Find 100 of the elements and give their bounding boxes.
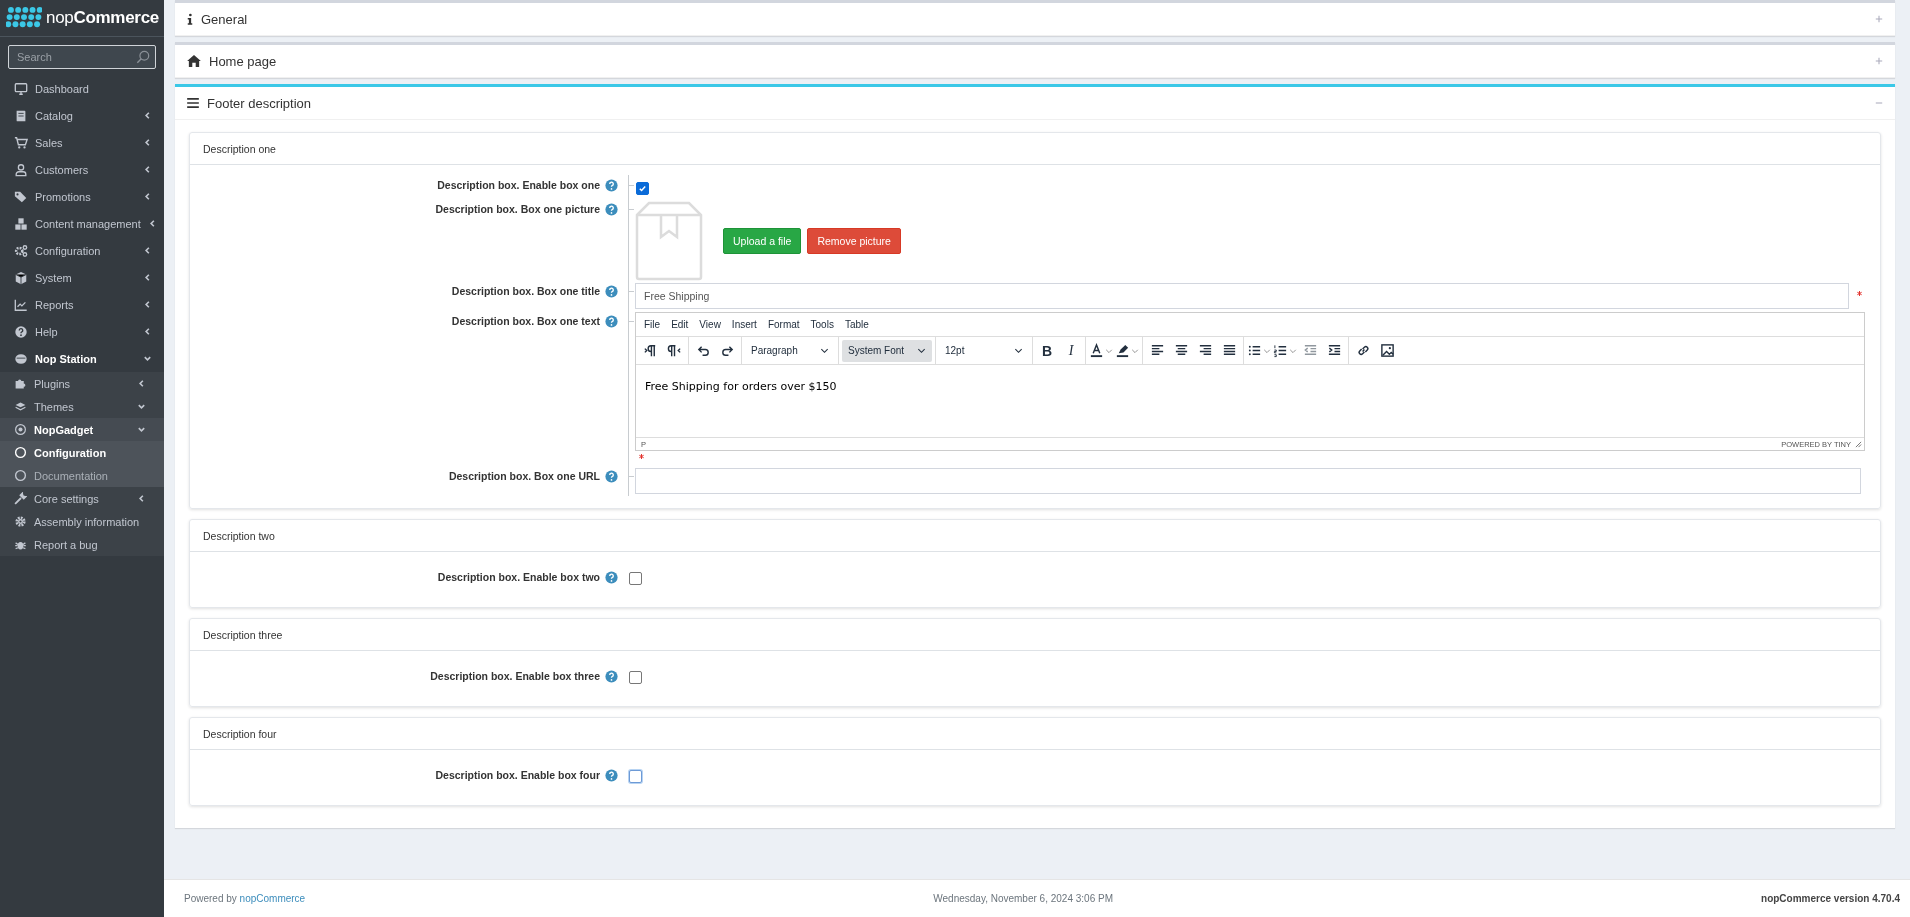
help-icon[interactable]: [605, 203, 618, 216]
menu-icon: [187, 98, 199, 108]
bold-button[interactable]: B: [1036, 339, 1058, 362]
help-icon[interactable]: [605, 769, 618, 782]
align-right-icon: [1197, 343, 1213, 358]
nav-item[interactable]: Sales: [0, 129, 164, 156]
dropdown[interactable]: 12pt: [939, 339, 1029, 362]
nav-item[interactable]: Core settings: [0, 487, 164, 510]
menu-item[interactable]: Table: [844, 319, 869, 330]
checkbox[interactable]: [629, 770, 642, 783]
nav-item[interactable]: Content management: [0, 210, 164, 237]
menu-item[interactable]: Insert: [731, 319, 757, 330]
tags-icon: [14, 189, 28, 204]
monitor-icon: [14, 81, 28, 96]
resize-handle-icon[interactable]: [1855, 440, 1862, 448]
nav-item[interactable]: System: [0, 264, 164, 291]
nav-item[interactable]: Customers: [0, 156, 164, 183]
help-icon[interactable]: [605, 571, 618, 584]
nav-item[interactable]: Dashboard: [0, 75, 164, 102]
logo[interactable]: nopCommerce: [46, 8, 159, 28]
dropdown[interactable]: Paragraph: [745, 339, 835, 362]
nav-item[interactable]: Assembly information: [0, 510, 164, 533]
checkbox[interactable]: [629, 572, 642, 585]
nav-item[interactable]: Configuration: [0, 237, 164, 264]
puzzle-icon: [14, 377, 27, 390]
panel-header[interactable]: Home page: [175, 45, 1895, 78]
align-left-icon: [1149, 343, 1165, 358]
date-text: Wednesday, November 6, 2024 3:06 PM: [933, 893, 1113, 904]
nav-item[interactable]: Nop Station: [0, 345, 164, 372]
card-title: Description three: [203, 628, 283, 641]
help-icon[interactable]: [605, 179, 618, 192]
nav-item[interactable]: Plugins: [0, 372, 164, 395]
gears-icon: [14, 243, 28, 258]
nav-item[interactable]: Documentation: [0, 464, 164, 487]
card-title: Description one: [203, 142, 276, 155]
caret-icon: [1014, 346, 1023, 355]
gear-icon: [14, 515, 27, 528]
field-label: Description box. Enable box two: [437, 571, 600, 583]
checkbox[interactable]: [629, 671, 642, 684]
search-field[interactable]: Search: [8, 45, 156, 69]
field-label: Description box. Enable box four: [435, 769, 600, 781]
text-field[interactable]: [635, 468, 1861, 494]
caret-icon: [820, 346, 829, 355]
image-placeholder-icon: [635, 201, 703, 281]
help-icon[interactable]: [605, 315, 618, 328]
field-label: Description box. Enable box three: [430, 670, 600, 682]
panel-title: Footer description: [207, 95, 313, 111]
nav-item[interactable]: Help: [0, 318, 164, 345]
field-label: Description box. Box one URL: [448, 470, 600, 482]
search-icon[interactable]: [136, 50, 150, 64]
checkbox[interactable]: [636, 182, 649, 195]
logo-icon: [6, 6, 42, 30]
right-to-left-icon: [666, 343, 682, 358]
nav-item[interactable]: Report a bug: [0, 533, 164, 556]
field-label: Description box. Enable box one: [437, 179, 600, 191]
caret-icon: [1131, 346, 1139, 355]
cart-icon: [14, 135, 28, 150]
menu-item[interactable]: Tools: [810, 319, 834, 330]
nav-item[interactable]: Promotions: [0, 183, 164, 210]
panel-header[interactable]: Footer description: [175, 87, 1895, 120]
dropdown[interactable]: System Font: [842, 339, 932, 362]
nav-item[interactable]: Themes: [0, 395, 164, 418]
panel-title: General: [201, 11, 249, 27]
help-icon[interactable]: [605, 670, 618, 683]
text-color-icon: [1089, 343, 1104, 358]
nav-item[interactable]: Catalog: [0, 102, 164, 129]
menu-item[interactable]: Edit: [671, 319, 689, 330]
editor-text: Free Shipping for orders over $150: [645, 380, 837, 393]
caret-icon: [1105, 346, 1113, 355]
help-icon[interactable]: [605, 470, 618, 483]
nav-item[interactable]: Reports: [0, 291, 164, 318]
nopcommerce-link[interactable]: nopCommerce: [239, 893, 306, 904]
caret-icon: [1289, 346, 1297, 355]
text-field[interactable]: Free Shipping: [635, 283, 1849, 309]
menu-item[interactable]: View: [699, 319, 721, 330]
numbered-list-icon: [1273, 343, 1288, 358]
italic-button[interactable]: I: [1060, 339, 1082, 362]
layers-icon: [14, 400, 27, 413]
cubes-icon: [14, 216, 28, 231]
circle-icon: [14, 469, 27, 482]
help-icon[interactable]: [605, 285, 618, 298]
field-label: Description box. Box one picture: [435, 203, 600, 215]
check-icon: [638, 184, 647, 193]
menu-item[interactable]: File: [644, 319, 661, 330]
disc-icon: [14, 351, 28, 366]
align-center-icon: [1173, 343, 1189, 358]
indent-icon: [1326, 343, 1342, 358]
field-label: Description box. Box one text: [451, 315, 600, 327]
wrench-icon: [14, 492, 27, 505]
menu-item[interactable]: Format: [767, 319, 800, 330]
nav-item[interactable]: Configuration: [0, 441, 164, 464]
powered-by-text: Powered by nopCommerce: [184, 893, 306, 904]
remove-button[interactable]: Remove picture: [807, 228, 901, 254]
version-text: nopCommerce version 4.70.4: [1761, 893, 1900, 904]
user-icon: [14, 162, 28, 177]
card-title: Description four: [203, 727, 277, 740]
caret-icon: [917, 346, 926, 355]
panel-header[interactable]: General: [175, 3, 1895, 36]
justify-icon: [1221, 343, 1237, 358]
card-title: Description two: [203, 529, 275, 542]
